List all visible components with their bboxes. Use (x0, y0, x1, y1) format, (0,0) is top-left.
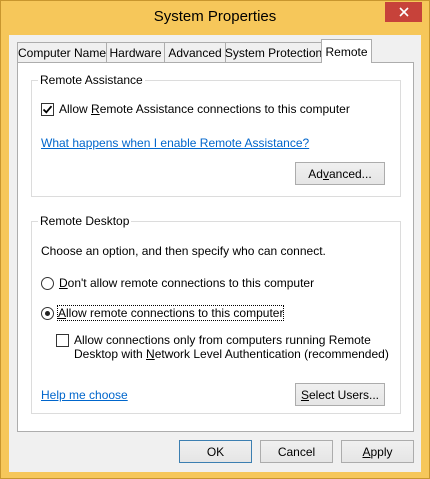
ok-button[interactable]: OK (179, 440, 252, 463)
help-me-choose-link[interactable]: Help me choose (41, 388, 128, 402)
radio-selected-dot (45, 311, 50, 316)
dialog-client-area: Computer Name Hardware Advanced System P… (9, 35, 421, 472)
checkmark-icon (42, 105, 53, 114)
tab-label: Hardware (109, 45, 162, 60)
window-title: System Properties (153, 8, 277, 25)
remote-assistance-help-link[interactable]: What happens when I enable Remote Assist… (41, 136, 309, 150)
tab-hardware[interactable]: Hardware (106, 42, 165, 62)
tab-label: System Protection (224, 45, 323, 60)
remote-desktop-group-label: Remote Desktop (38, 214, 132, 228)
close-button[interactable] (385, 2, 422, 22)
allow-connections-radio[interactable] (41, 307, 54, 320)
tab-remote[interactable]: Remote (321, 39, 372, 63)
tab-label: Advanced (168, 45, 222, 60)
tab-system-protection[interactable]: System Protection (225, 42, 322, 62)
nla-only-label-line2[interactable]: Desktop with Network Level Authenticatio… (74, 347, 389, 361)
allow-connections-label[interactable]: Allow remote connections to this compute… (56, 305, 285, 321)
cancel-button[interactable]: Cancel (260, 440, 333, 463)
system-properties-window: System Properties Computer Name Hardware… (0, 0, 430, 479)
allow-remote-assistance-label[interactable]: Allow Remote Assistance connections to t… (59, 102, 350, 116)
dont-allow-connections-label[interactable]: Don't allow remote connections to this c… (59, 276, 314, 290)
tab-computer-name[interactable]: Computer Name (17, 42, 107, 62)
allow-remote-assistance-checkbox[interactable] (41, 103, 54, 116)
remote-assistance-group-label: Remote Assistance (38, 73, 145, 87)
remote-tab-page: Remote Assistance Allow Remote Assistanc… (17, 62, 414, 432)
tab-advanced[interactable]: Advanced (164, 42, 226, 62)
tab-label: Remote (325, 44, 368, 59)
nla-only-checkbox[interactable] (56, 334, 69, 347)
dont-allow-connections-radio[interactable] (41, 277, 54, 290)
advanced-button[interactable]: Ad v anced... (295, 162, 385, 185)
title-bar[interactable]: System Properties (1, 1, 429, 35)
remote-desktop-instruction: Choose an option, and then specify who c… (41, 244, 326, 258)
close-icon (398, 7, 409, 17)
nla-only-label-line1[interactable]: Allow connections only from computers ru… (74, 333, 371, 347)
tab-label: Computer Name (17, 45, 107, 60)
remote-desktop-group: Remote Desktop Choose an option, and the… (31, 214, 401, 414)
select-users-button[interactable]: Select Users... (295, 383, 385, 406)
apply-button[interactable]: Apply (341, 440, 414, 463)
remote-assistance-group: Remote Assistance Allow Remote Assistanc… (31, 73, 401, 197)
